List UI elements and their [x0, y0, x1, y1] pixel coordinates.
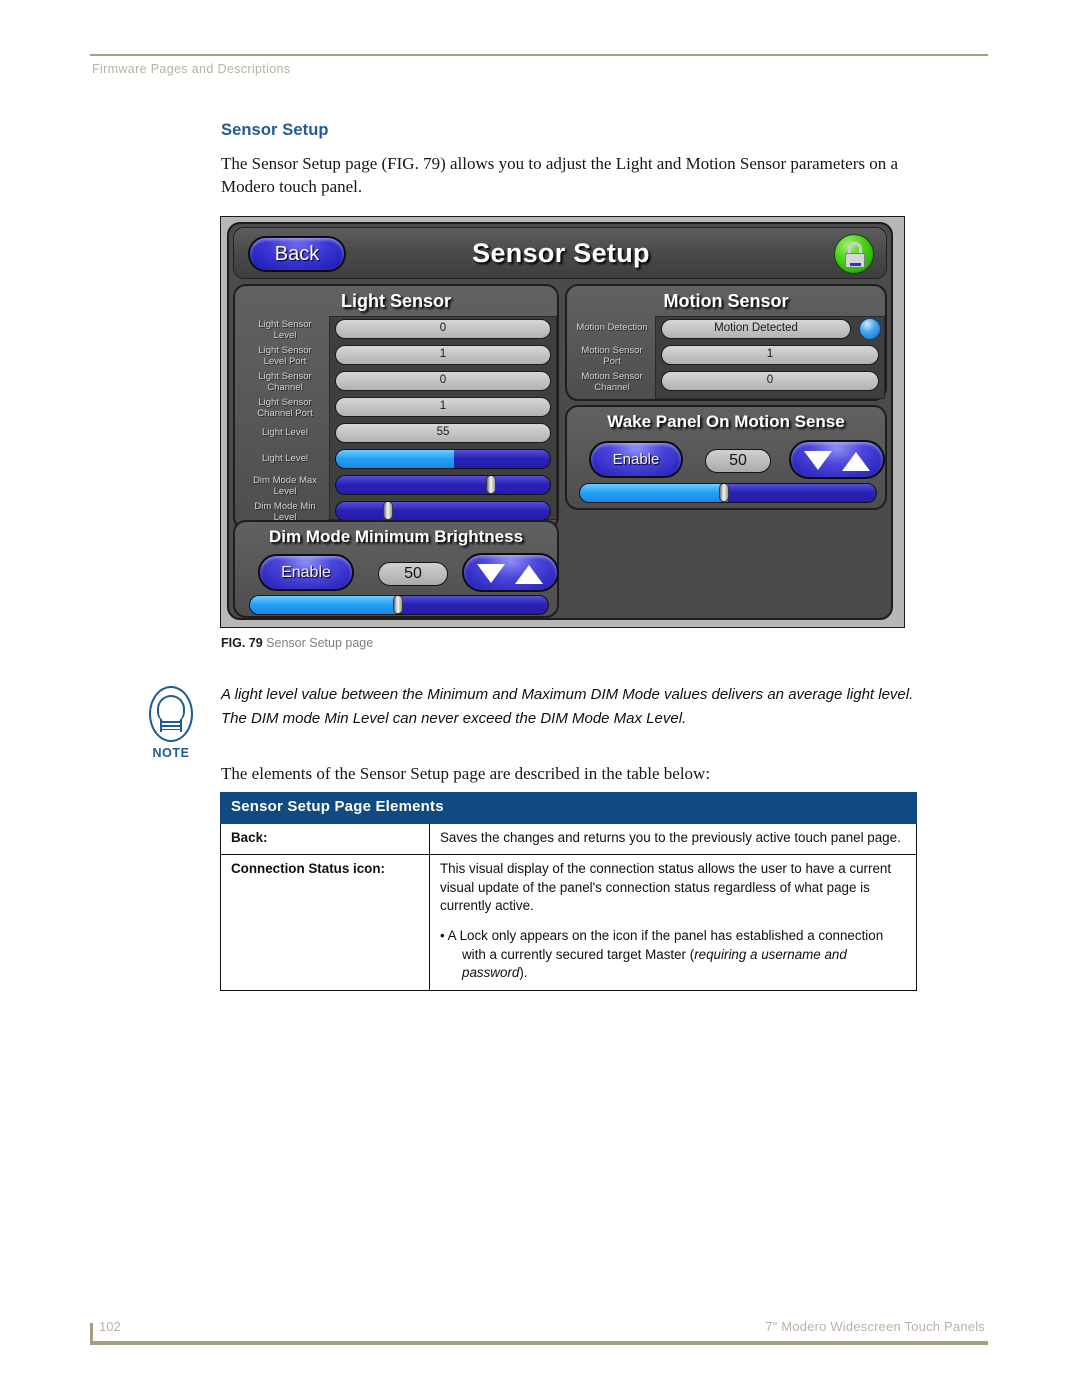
sensor-setup-page-elements-table: Sensor Setup Page Elements Back: Saves t… [220, 792, 917, 991]
dim-mode-group-title: Dim Mode Minimum Brightness [268, 527, 524, 546]
motion-detection-value[interactable]: Motion Detected [661, 319, 851, 339]
dim-mode-minimum-brightness-group: Dim Mode Minimum Brightness Enable 50 [233, 520, 559, 618]
running-header-title: Firmware Pages and Descriptions [92, 62, 291, 76]
page-number: 102 [99, 1319, 121, 1334]
light-sensor-channel-port-label: Light Sensor Channel Port [257, 397, 313, 419]
header-rule [90, 54, 988, 56]
light-sensor-channel-label: Light Sensor Channel [258, 371, 312, 393]
dim-mode-stepper[interactable] [462, 553, 559, 592]
panel-title-bar: Back Sensor Setup [233, 227, 887, 279]
light-sensor-level-port-value[interactable]: 1 [335, 345, 551, 365]
table-row-description: Saves the changes and returns you to the… [429, 822, 917, 856]
arrow-down-icon[interactable] [477, 564, 505, 583]
bullet-line-two: with a currently secured target Master (… [451, 946, 908, 983]
table-row: Back: Saves the changes and returns you … [220, 822, 917, 856]
dim-mode-brightness-slider[interactable] [249, 595, 549, 615]
light-sensor-group: Light Sensor Light Sensor Level 0 Light S… [233, 284, 559, 530]
wake-panel-slider[interactable] [579, 483, 877, 503]
wake-panel-group-title: Wake Panel On Motion Sense [607, 412, 845, 431]
light-sensor-group-title: Light Sensor [340, 291, 451, 311]
sensor-setup-panel-figure: Back Sensor Setup Light Sensor Light Sen… [220, 216, 905, 628]
motion-sensor-channel-value[interactable]: 0 [661, 371, 879, 391]
footer-rule [90, 1341, 988, 1345]
light-level-value[interactable]: 55 [335, 423, 551, 443]
light-sensor-level-port-label: Light Sensor Level Port [258, 345, 312, 367]
light-sensor-channel-port-value[interactable]: 1 [335, 397, 551, 417]
light-level-label: Light Level [262, 427, 308, 438]
figure-caption: FIG. 79 Sensor Setup page [221, 636, 373, 650]
dim-mode-enable-label: Enable [281, 564, 331, 581]
wake-panel-on-motion-sense-group: Wake Panel On Motion Sense Enable 50 [565, 405, 887, 510]
dim-mode-brightness-slider-thumb[interactable] [393, 596, 404, 614]
footer-document-title: 7" Modero Widescreen Touch Panels [765, 1319, 985, 1334]
arrow-up-icon[interactable] [515, 565, 543, 584]
connection-status-lock-icon[interactable] [834, 234, 874, 274]
motion-sensor-port-label: Motion Sensor Port [581, 345, 643, 367]
table-cell-paragraph: This visual display of the connection st… [440, 861, 892, 914]
wake-panel-enable-button[interactable]: Enable [589, 441, 683, 478]
arrow-up-icon[interactable] [842, 452, 870, 471]
dim-mode-max-level-slider[interactable] [335, 475, 551, 495]
motion-indicator-dot[interactable] [859, 318, 881, 340]
intro-paragraph: The Sensor Setup page (FIG. 79) allows y… [221, 154, 899, 196]
bullet-cont-post: ). [519, 965, 528, 981]
light-level-slider[interactable] [335, 449, 551, 469]
footer-tick [90, 1323, 93, 1343]
lock-body-icon [845, 253, 865, 268]
dim-mode-max-level-label: Dim Mode Max Level [253, 475, 317, 497]
figure-caption-label: FIG. 79 [221, 636, 263, 650]
wake-panel-enable-label: Enable [612, 451, 660, 468]
wake-panel-slider-thumb[interactable] [719, 484, 730, 502]
table-title: Sensor Setup Page Elements [220, 792, 917, 824]
motion-sensor-port-value[interactable]: 1 [661, 345, 879, 365]
dim-mode-enable-button[interactable]: Enable [258, 554, 354, 591]
light-level-slider-fill [336, 450, 454, 468]
motion-sensor-group: Motion Sensor Motion Detection Motion De… [565, 284, 887, 401]
table-lead-in-paragraph: The elements of the Sensor Setup page ar… [221, 764, 711, 783]
table-cell-bullet: • A Lock only appears on the icon if the… [440, 927, 908, 983]
page-title: Sensor Setup [221, 121, 329, 139]
dim-mode-brightness-slider-fill [250, 596, 399, 614]
light-sensor-level-value[interactable]: 0 [335, 319, 551, 339]
arrow-down-icon[interactable] [804, 451, 832, 470]
note-bulb-icon: NOTE [136, 686, 206, 766]
bullet-line-one: • A Lock only appears on the icon if the… [440, 927, 884, 943]
table-row-label: Back: [220, 822, 430, 856]
motion-detection-label: Motion Detection [576, 322, 648, 333]
wake-panel-value-display: 50 [705, 449, 771, 473]
table-row: Connection Status icon: This visual disp… [220, 854, 917, 991]
touch-panel-shell: Back Sensor Setup Light Sensor Light Sen… [227, 222, 893, 620]
wake-panel-stepper[interactable] [789, 440, 885, 479]
panel-title: Sensor Setup [472, 238, 650, 268]
note-text: A light level value between the Minimum … [221, 686, 914, 727]
light-sensor-channel-value[interactable]: 0 [335, 371, 551, 391]
bullet-cont-pre: with a currently secured target Master ( [462, 946, 695, 962]
light-sensor-level-label: Light Sensor Level [258, 319, 312, 341]
bulb-base-icon [160, 719, 182, 732]
table-row-label: Connection Status icon: [220, 854, 430, 991]
motion-sensor-group-title: Motion Sensor [663, 291, 789, 311]
table-row-description: This visual display of the connection st… [429, 854, 917, 991]
dim-mode-max-slider-thumb[interactable] [485, 476, 496, 494]
motion-sensor-channel-label: Motion Sensor Channel [581, 371, 643, 393]
table-cell-paragraph: Saves the changes and returns you to the… [440, 829, 901, 845]
dim-mode-min-level-slider[interactable] [335, 501, 551, 521]
wake-panel-slider-fill [580, 484, 728, 502]
dim-mode-min-slider-thumb[interactable] [383, 502, 394, 520]
figure-caption-text: Sensor Setup page [266, 636, 374, 650]
table-header-row: Sensor Setup Page Elements [220, 792, 917, 824]
light-level-slider-label: Light Level [262, 453, 308, 464]
note-icon-label: NOTE [152, 746, 190, 760]
dim-mode-value-display: 50 [378, 562, 448, 586]
